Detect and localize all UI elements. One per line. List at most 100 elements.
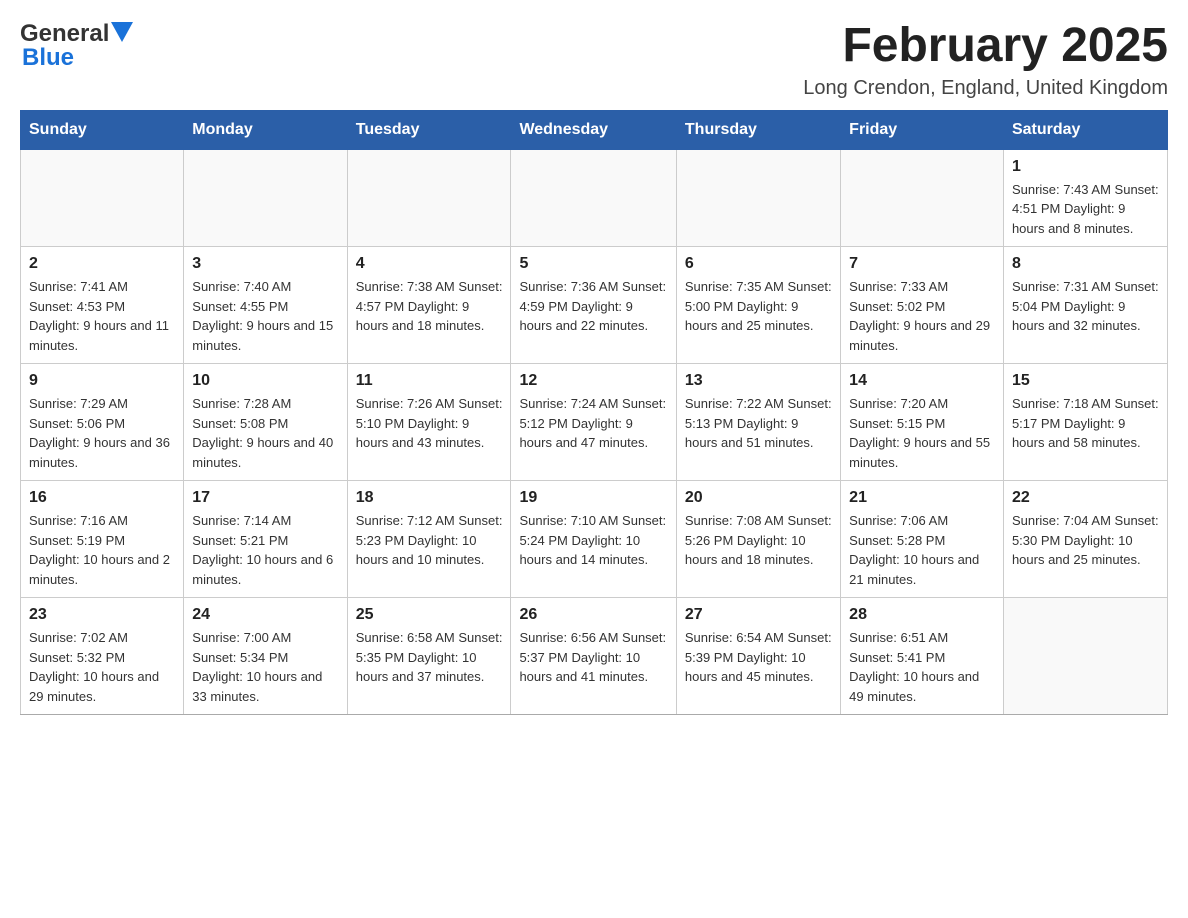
day-info: Sunrise: 7:12 AM Sunset: 5:23 PM Dayligh… [356,511,503,570]
day-header-friday: Friday [841,110,1004,149]
day-number: 25 [356,606,503,624]
day-info: Sunrise: 7:28 AM Sunset: 5:08 PM Dayligh… [192,394,338,472]
calendar-day: 6 Sunrise: 7:35 AM Sunset: 5:00 PM Daylig… [676,247,840,364]
calendar-day: 26 Sunrise: 6:56 AM Sunset: 5:37 PM Dayli… [511,598,676,715]
day-number: 10 [192,372,338,390]
logo-blue-text: Blue [22,44,74,71]
calendar-day: 15 Sunrise: 7:18 AM Sunset: 5:17 PM Dayli… [1003,364,1167,481]
calendar-day: 13 Sunrise: 7:22 AM Sunset: 5:13 PM Dayli… [676,364,840,481]
day-number: 23 [29,606,175,624]
day-number: 4 [356,255,503,273]
day-number: 22 [1012,489,1159,507]
day-info: Sunrise: 6:58 AM Sunset: 5:35 PM Dayligh… [356,628,503,687]
day-info: Sunrise: 7:40 AM Sunset: 4:55 PM Dayligh… [192,277,338,355]
calendar-day: 25 Sunrise: 6:58 AM Sunset: 5:35 PM Dayli… [347,598,511,715]
day-info: Sunrise: 7:00 AM Sunset: 5:34 PM Dayligh… [192,628,338,706]
calendar-day: 17Sunrise: 7:14 AM Sunset: 5:21 PM Dayli… [184,481,347,598]
day-info: Sunrise: 6:54 AM Sunset: 5:39 PM Dayligh… [685,628,832,687]
calendar-day [841,149,1004,247]
day-number: 18 [356,489,503,507]
day-info: Sunrise: 7:04 AM Sunset: 5:30 PM Dayligh… [1012,511,1159,570]
day-info: Sunrise: 7:14 AM Sunset: 5:21 PM Dayligh… [192,511,338,589]
day-info: Sunrise: 7:41 AM Sunset: 4:53 PM Dayligh… [29,277,175,355]
calendar-day [676,149,840,247]
calendar-day: 11 Sunrise: 7:26 AM Sunset: 5:10 PM Dayli… [347,364,511,481]
calendar-day [1003,598,1167,715]
logo-arrow-icon [111,22,133,44]
day-number: 7 [849,255,995,273]
calendar-day: 28 Sunrise: 6:51 AM Sunset: 5:41 PM Dayli… [841,598,1004,715]
calendar-day [347,149,511,247]
day-info: Sunrise: 7:36 AM Sunset: 4:59 PM Dayligh… [519,277,667,336]
title-section: February 2025 Long Crendon, England, Uni… [803,20,1168,100]
day-number: 27 [685,606,832,624]
day-headers-row: SundayMondayTuesdayWednesdayThursdayFrid… [21,110,1168,149]
logo: General Blue [20,20,133,72]
calendar-day: 10 Sunrise: 7:28 AM Sunset: 5:08 PM Dayli… [184,364,347,481]
calendar-day [511,149,676,247]
day-number: 2 [29,255,175,273]
day-info: Sunrise: 6:51 AM Sunset: 5:41 PM Dayligh… [849,628,995,706]
calendar-day: 21 Sunrise: 7:06 AM Sunset: 5:28 PM Dayli… [841,481,1004,598]
day-info: Sunrise: 7:43 AM Sunset: 4:51 PM Dayligh… [1012,180,1159,239]
day-info: Sunrise: 7:10 AM Sunset: 5:24 PM Dayligh… [519,511,667,570]
day-number: 6 [685,255,832,273]
day-info: Sunrise: 7:24 AM Sunset: 5:12 PM Dayligh… [519,394,667,453]
day-number: 14 [849,372,995,390]
calendar-day [21,149,184,247]
day-number: 11 [356,372,503,390]
calendar-day: 18 Sunrise: 7:12 AM Sunset: 5:23 PM Dayli… [347,481,511,598]
day-number: 15 [1012,372,1159,390]
day-info: Sunrise: 7:35 AM Sunset: 5:00 PM Dayligh… [685,277,832,336]
calendar-day: 7 Sunrise: 7:33 AM Sunset: 5:02 PM Daylig… [841,247,1004,364]
page-header: General Blue February 2025 Long Crendon,… [20,20,1168,100]
day-number: 20 [685,489,832,507]
calendar-week-5: 23 Sunrise: 7:02 AM Sunset: 5:32 PM Dayli… [21,598,1168,715]
day-number: 24 [192,606,338,624]
day-info: Sunrise: 7:06 AM Sunset: 5:28 PM Dayligh… [849,511,995,589]
day-info: Sunrise: 7:18 AM Sunset: 5:17 PM Dayligh… [1012,394,1159,453]
day-info: Sunrise: 7:22 AM Sunset: 5:13 PM Dayligh… [685,394,832,453]
day-header-saturday: Saturday [1003,110,1167,149]
day-info: Sunrise: 7:29 AM Sunset: 5:06 PM Dayligh… [29,394,175,472]
day-header-wednesday: Wednesday [511,110,676,149]
calendar-day: 16Sunrise: 7:16 AM Sunset: 5:19 PM Dayli… [21,481,184,598]
calendar-week-3: 9 Sunrise: 7:29 AM Sunset: 5:06 PM Daylig… [21,364,1168,481]
calendar-week-4: 16Sunrise: 7:16 AM Sunset: 5:19 PM Dayli… [21,481,1168,598]
day-number: 21 [849,489,995,507]
day-header-thursday: Thursday [676,110,840,149]
day-info: Sunrise: 7:26 AM Sunset: 5:10 PM Dayligh… [356,394,503,453]
day-info: Sunrise: 7:02 AM Sunset: 5:32 PM Dayligh… [29,628,175,706]
calendar-day: 12 Sunrise: 7:24 AM Sunset: 5:12 PM Dayli… [511,364,676,481]
calendar-day: 8 Sunrise: 7:31 AM Sunset: 5:04 PM Daylig… [1003,247,1167,364]
day-info: Sunrise: 7:31 AM Sunset: 5:04 PM Dayligh… [1012,277,1159,336]
day-header-tuesday: Tuesday [347,110,511,149]
day-number: 12 [519,372,667,390]
calendar-table: SundayMondayTuesdayWednesdayThursdayFrid… [20,110,1168,716]
calendar-day: 5Sunrise: 7:36 AM Sunset: 4:59 PM Daylig… [511,247,676,364]
calendar-day: 9 Sunrise: 7:29 AM Sunset: 5:06 PM Daylig… [21,364,184,481]
calendar-week-1: 1 Sunrise: 7:43 AM Sunset: 4:51 PM Daylig… [21,149,1168,247]
day-number: 8 [1012,255,1159,273]
day-number: 19 [519,489,667,507]
calendar-day [184,149,347,247]
day-header-sunday: Sunday [21,110,184,149]
day-number: 9 [29,372,175,390]
calendar-day: 14Sunrise: 7:20 AM Sunset: 5:15 PM Dayli… [841,364,1004,481]
day-info: Sunrise: 7:38 AM Sunset: 4:57 PM Dayligh… [356,277,503,336]
day-header-monday: Monday [184,110,347,149]
day-number: 1 [1012,158,1159,176]
calendar-day: 20 Sunrise: 7:08 AM Sunset: 5:26 PM Dayli… [676,481,840,598]
calendar-title: February 2025 [803,20,1168,73]
day-info: Sunrise: 6:56 AM Sunset: 5:37 PM Dayligh… [519,628,667,687]
calendar-day: 19 Sunrise: 7:10 AM Sunset: 5:24 PM Dayli… [511,481,676,598]
day-number: 26 [519,606,667,624]
day-info: Sunrise: 7:33 AM Sunset: 5:02 PM Dayligh… [849,277,995,355]
day-number: 28 [849,606,995,624]
day-number: 13 [685,372,832,390]
calendar-day: 27 Sunrise: 6:54 AM Sunset: 5:39 PM Dayli… [676,598,840,715]
calendar-body: 1 Sunrise: 7:43 AM Sunset: 4:51 PM Daylig… [21,149,1168,715]
day-number: 3 [192,255,338,273]
day-info: Sunrise: 7:08 AM Sunset: 5:26 PM Dayligh… [685,511,832,570]
calendar-day: 1 Sunrise: 7:43 AM Sunset: 4:51 PM Daylig… [1003,149,1167,247]
